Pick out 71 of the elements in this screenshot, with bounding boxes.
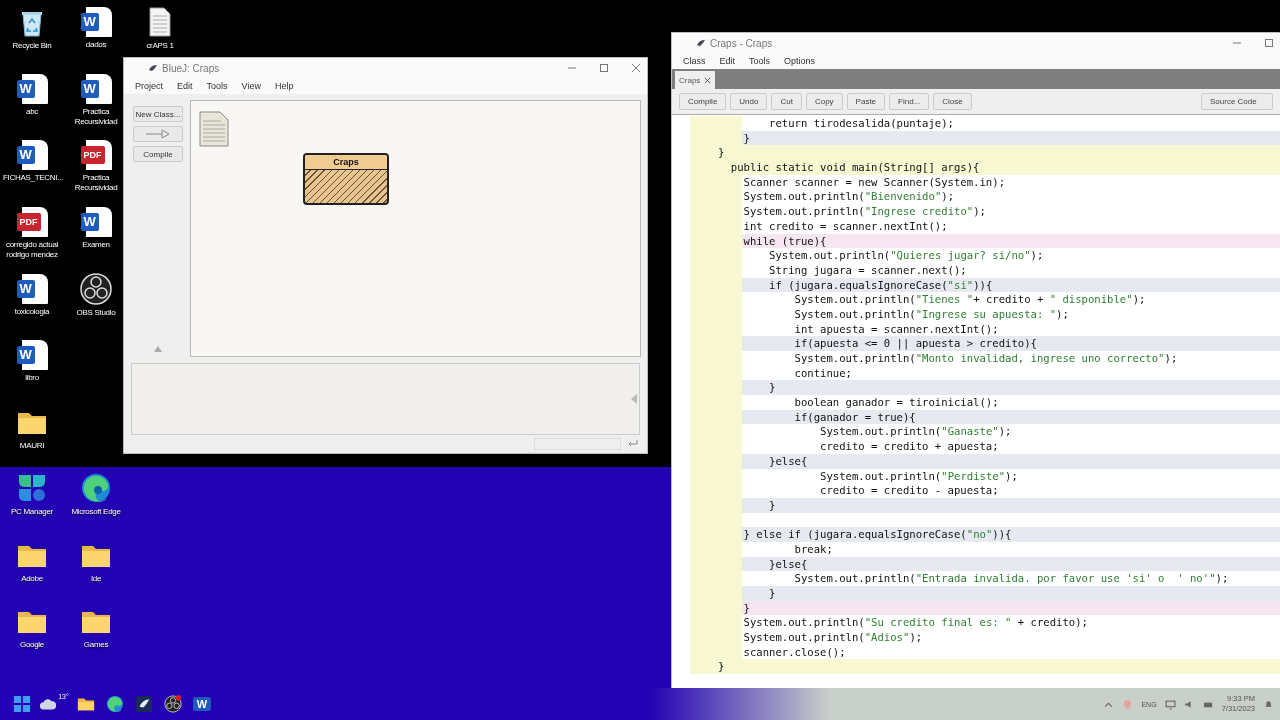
maximize-icon[interactable] <box>599 63 609 73</box>
desktop-icon-label[interactable]: Practica Recursividad <box>67 106 125 127</box>
editor-tab[interactable]: Craps <box>675 71 716 89</box>
word-file-icon: W <box>16 73 48 104</box>
desktop-icon-label[interactable]: MAURI <box>19 441 45 452</box>
pc-manager-icon <box>16 472 48 504</box>
toolbar-button[interactable]: Copy <box>805 93 843 110</box>
close-icon[interactable] <box>631 63 641 73</box>
desktop-icon-label[interactable]: OBS Studio <box>76 307 116 318</box>
desktop-icon-label[interactable]: corregido actual rodrigo mendez <box>3 240 61 261</box>
menu-item[interactable]: Project <box>130 78 168 94</box>
desktop-icon-label[interactable]: crAPS 1 <box>146 41 174 51</box>
word-file-icon: W <box>16 140 48 171</box>
toolbar-button[interactable]: Undo <box>730 93 768 110</box>
toolbar-button[interactable]: Close <box>933 93 972 110</box>
bird-icon <box>696 38 706 48</box>
pdf-file-icon: PDF <box>80 140 112 171</box>
desktop-icon-label[interactable]: libro <box>25 373 39 384</box>
desktop-icon-label[interactable]: FICHAS_TECNI... <box>3 173 61 184</box>
menu-item[interactable]: View <box>236 78 266 94</box>
class-box[interactable]: Craps <box>303 153 389 205</box>
desktop-icon-label[interactable]: Ide <box>90 573 102 584</box>
word-button[interactable]: W <box>188 690 216 718</box>
word-file-icon: W <box>80 207 112 238</box>
desktop-icon-label[interactable]: Adobe <box>21 573 43 584</box>
toolbar-button[interactable]: Compile <box>679 93 727 110</box>
menu-item[interactable]: Class <box>678 53 711 69</box>
word-file-icon: W <box>16 273 48 304</box>
desktop-icon-label[interactable]: Examen <box>82 240 110 251</box>
toolbar-button[interactable]: Find... <box>889 93 930 110</box>
arrow-icon <box>145 129 171 139</box>
obs-logo-icon <box>80 272 112 305</box>
desktop-icon-label[interactable]: Google <box>20 640 44 651</box>
word-file-icon: W <box>16 340 48 371</box>
desktop-icon-label[interactable]: Games <box>83 640 109 651</box>
edge-logo-icon <box>106 695 124 713</box>
bird-icon <box>135 695 153 713</box>
toolbar-button[interactable]: Compile <box>133 146 183 162</box>
desktop-icon-label[interactable]: dados <box>85 40 107 50</box>
menu-item[interactable]: Tools <box>201 78 233 94</box>
close-icon[interactable] <box>704 76 712 84</box>
desktop-icon-label[interactable]: toxicologia <box>14 306 50 317</box>
triangle-icon[interactable] <box>153 345 163 353</box>
toolbar-button[interactable]: Cut <box>771 93 802 110</box>
window-title: BlueJ: Craps <box>162 62 221 74</box>
obs-logo-icon <box>164 695 182 713</box>
desktop-icon-label[interactable]: abc <box>26 106 38 117</box>
desktop-icon-label[interactable]: Microsoft Edge <box>71 507 121 517</box>
menu-item[interactable]: Options <box>779 53 821 69</box>
desktop-icon-label[interactable]: Practica Recursividad <box>67 173 125 194</box>
bird-icon <box>148 63 158 73</box>
toolbar-button[interactable]: Paste <box>846 93 886 110</box>
edge-logo-icon <box>80 472 112 504</box>
menu-item[interactable]: Help <box>269 78 299 94</box>
menu-item[interactable]: Edit <box>172 78 198 94</box>
readme-note-icon[interactable] <box>199 111 229 147</box>
toolbar-button[interactable]: New Class... <box>133 106 183 122</box>
return-arrow-icon[interactable] <box>627 439 639 449</box>
window-title: Craps - Craps <box>710 37 774 49</box>
monitor-icon[interactable] <box>1164 698 1176 710</box>
word-file-icon: W <box>80 73 112 104</box>
menu-item[interactable]: Edit <box>714 53 741 69</box>
view-dropdown[interactable]: Source Code <box>1201 93 1273 110</box>
windows-logo-icon <box>13 695 31 713</box>
menu-item[interactable]: Tools <box>744 53 776 69</box>
word-file-icon: W <box>80 7 112 37</box>
desktop-icon-label[interactable]: Recycle Bin <box>12 41 52 51</box>
desktop-icon-label[interactable]: PC Manager <box>11 507 53 517</box>
notification-bell-icon[interactable] <box>1263 698 1274 710</box>
maximize-icon[interactable] <box>1264 38 1274 48</box>
pdf-file-icon: PDF <box>16 207 48 238</box>
